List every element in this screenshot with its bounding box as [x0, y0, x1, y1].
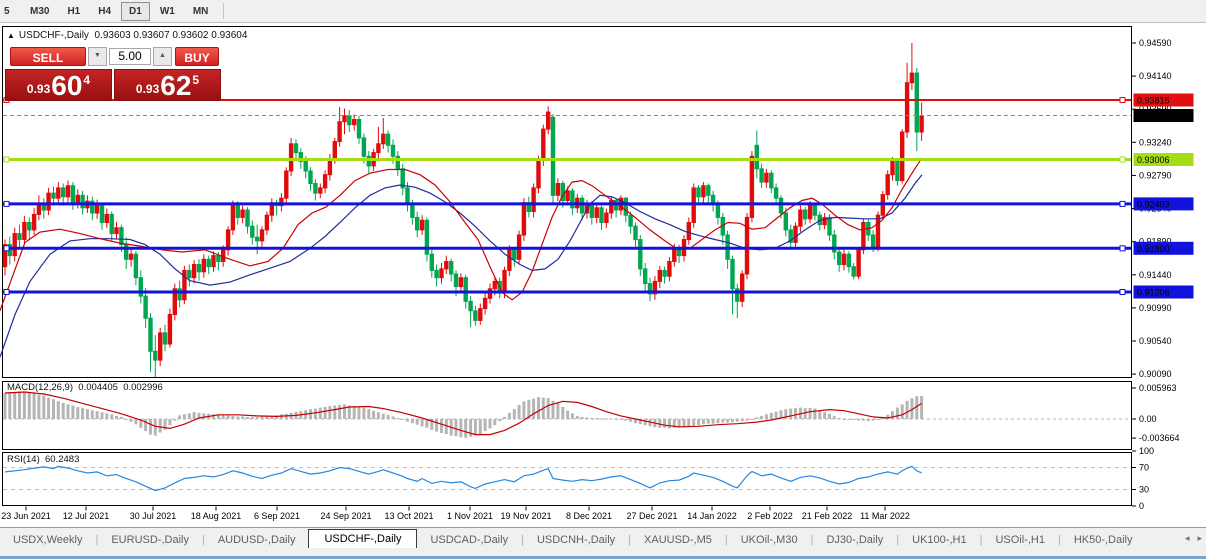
buy-button[interactable]: BUY — [175, 47, 219, 66]
chart-symbol-label: USDCHF-,Daily — [19, 30, 89, 41]
timeframe-button-5[interactable]: 5 — [1, 2, 20, 21]
timeframe-button-m30[interactable]: M30 — [22, 2, 57, 21]
macd-main-value: 0.004405 — [78, 382, 118, 393]
sell-price-prefix: 0.93 — [27, 82, 50, 96]
macd-signal-value: 0.002996 — [123, 382, 163, 393]
tab-eurusd-daily[interactable]: EURUSD-,Daily — [98, 531, 202, 549]
tab-hk50-daily[interactable]: HK50-,Daily — [1061, 531, 1146, 549]
buy-price-panel[interactable]: 0.93 62 5 — [114, 69, 221, 101]
chart-ohlc-values: 0.93603 0.93607 0.93602 0.93604 — [94, 30, 247, 41]
timeframe-toolbar: 5M30H1H4D1W1MN — [0, 0, 1206, 23]
timeframe-button-w1[interactable]: W1 — [152, 2, 183, 21]
buy-price-pip: 5 — [192, 73, 199, 87]
one-click-trading-panel: SELL ▼ 5.00 ▲ BUY 0.93 60 4 0.93 62 5 — [5, 46, 227, 101]
tab-dj30-daily[interactable]: DJ30-,Daily — [813, 531, 896, 549]
sell-price-pip: 4 — [83, 73, 90, 87]
status-bar — [0, 548, 1206, 559]
tab-usoil-h1[interactable]: USOil-,H1 — [982, 531, 1058, 549]
timeframe-button-mn[interactable]: MN — [185, 2, 217, 21]
buy-price-prefix: 0.93 — [136, 82, 159, 96]
timeframe-button-h4[interactable]: H4 — [90, 2, 119, 21]
sell-price-big: 60 — [51, 73, 82, 99]
macd-indicator-label: MACD(12,26,9) 0.004405 0.002996 — [7, 382, 163, 393]
tab-scroll-right-icon[interactable]: ▸ — [1193, 533, 1206, 544]
tab-scroll-left-icon[interactable]: ◂ — [1181, 533, 1194, 544]
buy-price-big: 62 — [160, 73, 191, 99]
sell-button[interactable]: SELL — [10, 47, 86, 66]
rsi-indicator-label: RSI(14) 60.2483 — [7, 454, 79, 465]
chart-tab-bar: USDX,Weekly|EURUSD-,Daily|AUDUSD-,DailyU… — [0, 527, 1206, 549]
volume-increase-button[interactable]: ▲ — [153, 47, 172, 66]
tab-uk100-h1[interactable]: UK100-,H1 — [899, 531, 979, 549]
timeframe-button-h1[interactable]: H1 — [59, 2, 88, 21]
sell-price-panel[interactable]: 0.93 60 4 — [5, 69, 112, 101]
rsi-value: 60.2483 — [45, 454, 79, 465]
timeframe-button-d1[interactable]: D1 — [121, 2, 150, 21]
macd-name: MACD(12,26,9) — [7, 382, 73, 393]
tab-audusd-daily[interactable]: AUDUSD-,Daily — [205, 531, 309, 549]
chart-title: ▲ USDCHF-,Daily 0.93603 0.93607 0.93602 0… — [7, 30, 247, 41]
collapse-arrow-icon[interactable]: ▲ — [7, 31, 15, 40]
tab-usdcnh-daily[interactable]: USDCNH-,Daily — [524, 531, 628, 549]
tab-usdx-weekly[interactable]: USDX,Weekly — [0, 531, 95, 549]
toolbar-separator — [223, 3, 224, 19]
tab-ukoil-m30[interactable]: UKOil-,M30 — [728, 531, 811, 549]
volume-input[interactable]: 5.00 — [109, 48, 151, 65]
tab-xauusd-m5[interactable]: XAUUSD-,M5 — [631, 531, 725, 549]
tab-usdcad-daily[interactable]: USDCAD-,Daily — [417, 531, 521, 549]
tab-usdchf-daily[interactable]: USDCHF-,Daily — [308, 529, 417, 549]
rsi-name: RSI(14) — [7, 454, 40, 465]
volume-decrease-button[interactable]: ▼ — [88, 47, 107, 66]
tab-scroll-arrows: ◂▸ — [1181, 528, 1206, 549]
